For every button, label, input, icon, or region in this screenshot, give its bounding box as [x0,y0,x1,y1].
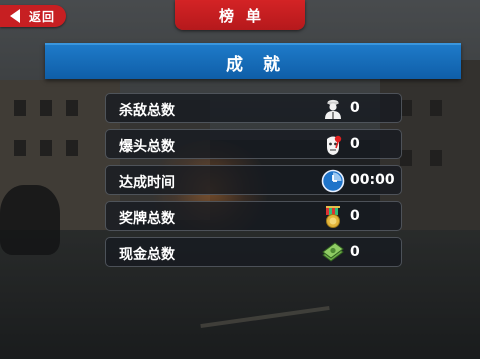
stat-value: 00:00 [350,172,395,188]
stat-value: 0 [350,244,360,260]
leaderboard-title-tab: 榜单 [175,0,305,30]
back-button[interactable]: 返回 [0,5,66,27]
stat-row-cash: 现金总数 0 [105,237,402,267]
stat-row-headshots: 爆头总数 0 [105,129,402,159]
stat-label: 达成时间 [119,175,175,191]
stat-label: 杀敌总数 [119,103,175,119]
clock-icon [321,169,345,193]
stat-row-medals: 奖牌总数 0 [105,201,402,231]
soldier-icon [321,97,345,121]
stat-row-completion-time: 达成时间 00:00 [105,165,402,195]
stat-value: 0 [350,100,360,116]
medal-icon [321,205,345,229]
achievements-header: 成就 [45,43,461,79]
back-button-label: 返回 [29,9,56,24]
stat-value: 0 [350,208,360,224]
back-arrow-icon [10,9,20,23]
headshot-icon [321,133,345,157]
stat-label: 奖牌总数 [119,211,175,227]
stat-value: 0 [350,136,360,152]
stat-label: 现金总数 [119,247,175,263]
cash-icon [321,241,345,265]
stat-row-kills: 杀敌总数 0 [105,93,402,123]
achievement-stats-list: 杀敌总数 0 爆头总数 0 达成时间 00:00 奖牌总数 0 现金总数 0 [105,93,402,273]
stat-label: 爆头总数 [119,139,175,155]
